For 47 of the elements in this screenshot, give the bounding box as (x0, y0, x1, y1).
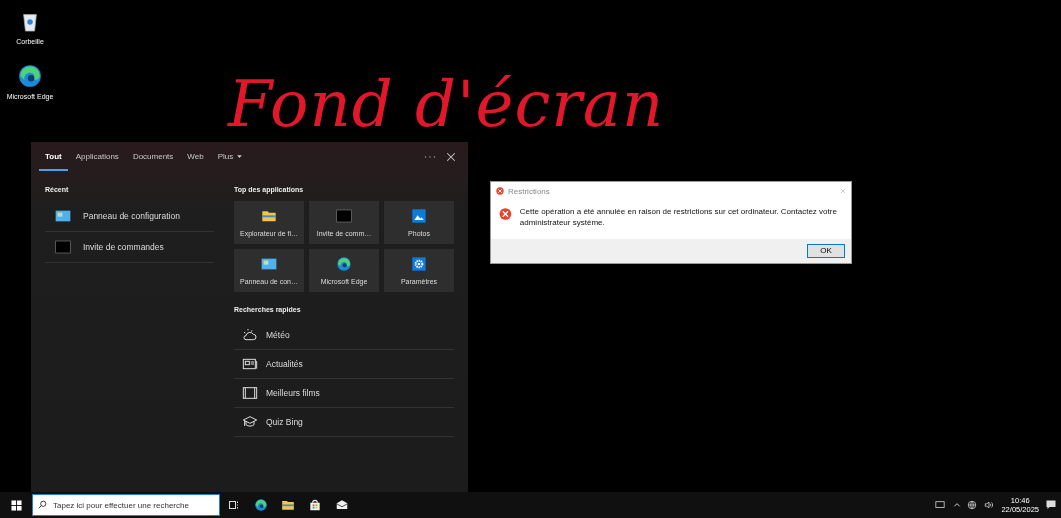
caret-down-icon (236, 152, 244, 160)
speaker-icon (983, 500, 996, 510)
dialog-message: Cette opération a été annulée en raison de restrictions sur cet ordinateur. Contactez votre administrateur système. (519, 206, 838, 229)
settings-icon (411, 256, 427, 272)
close-icon (446, 152, 456, 162)
ok-button[interactable]: OK (807, 243, 845, 258)
chevron-up-icon (953, 501, 962, 509)
close-icon (840, 188, 846, 194)
edge-icon (253, 498, 268, 512)
control-panel-icon (259, 256, 279, 272)
recent-item[interactable]: Panneau de configuration (45, 201, 214, 232)
envelope-icon (334, 498, 349, 512)
photos-icon (411, 208, 427, 224)
tab[interactable]: Documents (126, 143, 180, 171)
edge-icon (17, 63, 43, 89)
newspaper-icon (242, 356, 258, 372)
terminal-icon (334, 208, 354, 224)
graduation-cap-icon (242, 414, 258, 430)
wallpaper-text: Fond d'écran (228, 72, 665, 136)
terminal-icon (53, 239, 73, 255)
keyboard-icon (933, 500, 948, 510)
more-menu-tab[interactable]: Plus (211, 143, 250, 171)
recent-item[interactable]: Invite de commandes (45, 232, 214, 263)
screen-icon (242, 385, 258, 401)
windows-logo-icon (10, 499, 22, 511)
error-icon (499, 206, 512, 222)
quick-search-item[interactable]: Météo (234, 321, 454, 350)
globe-icon (967, 500, 978, 510)
error-icon (496, 187, 504, 195)
cloud-sun-icon (242, 327, 258, 343)
folder-icon (280, 498, 295, 512)
search-field[interactable]: Tapez ici pour effectuer une recherche (32, 494, 220, 516)
search-icon (38, 500, 47, 509)
task-view-icon (227, 499, 240, 511)
edge-icon (336, 256, 352, 272)
control-panel-icon (53, 208, 73, 224)
folder-icon (261, 208, 277, 224)
dialog-title: Restrictions (508, 186, 550, 196)
notification-icon (1045, 499, 1057, 511)
quick-search-item[interactable]: Actualités (234, 350, 454, 379)
tab[interactable]: Web (181, 143, 210, 171)
quick-search-item[interactable]: Quiz Bing (234, 408, 454, 437)
ellipsis-icon (424, 155, 436, 159)
quick-search-item[interactable]: Meilleurs films (234, 379, 454, 408)
tab[interactable]: Tout (39, 143, 68, 171)
shopping-bag-icon (307, 498, 322, 512)
tab[interactable]: Applications (69, 143, 125, 171)
